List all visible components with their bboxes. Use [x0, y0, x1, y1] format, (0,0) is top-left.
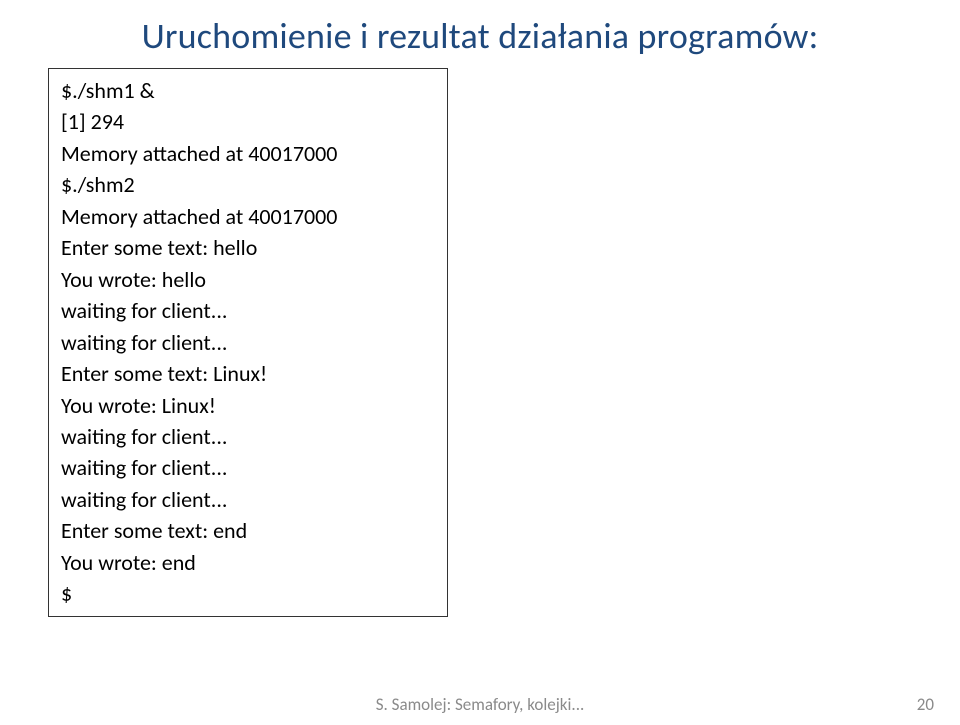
- slide-title: Uruchomienie i rezultat działania progra…: [48, 14, 912, 58]
- terminal-line: waiting for client...: [61, 295, 435, 326]
- terminal-line: [1] 294: [61, 106, 435, 137]
- terminal-line: waiting for client...: [61, 327, 435, 358]
- terminal-line: $./shm1 &: [61, 75, 435, 106]
- terminal-line: You wrote: Linux!: [61, 390, 435, 421]
- terminal-line: $: [61, 578, 435, 609]
- terminal-line: You wrote: hello: [61, 264, 435, 295]
- terminal-line: Memory attached at 40017000: [61, 201, 435, 232]
- terminal-line: waiting for client...: [61, 421, 435, 452]
- terminal-output-box: $./shm1 & [1] 294 Memory attached at 400…: [48, 68, 448, 617]
- terminal-line: Enter some text: hello: [61, 232, 435, 263]
- terminal-line: Enter some text: end: [61, 515, 435, 546]
- footer-text: S. Samolej: Semafory, kolejki...: [0, 694, 960, 715]
- terminal-line: You wrote: end: [61, 547, 435, 578]
- page-number: 20: [917, 694, 934, 715]
- terminal-line: waiting for client...: [61, 452, 435, 483]
- terminal-line: waiting for client...: [61, 484, 435, 515]
- terminal-line: Memory attached at 40017000: [61, 138, 435, 169]
- terminal-line: $./shm2: [61, 169, 435, 200]
- terminal-line: Enter some text: Linux!: [61, 358, 435, 389]
